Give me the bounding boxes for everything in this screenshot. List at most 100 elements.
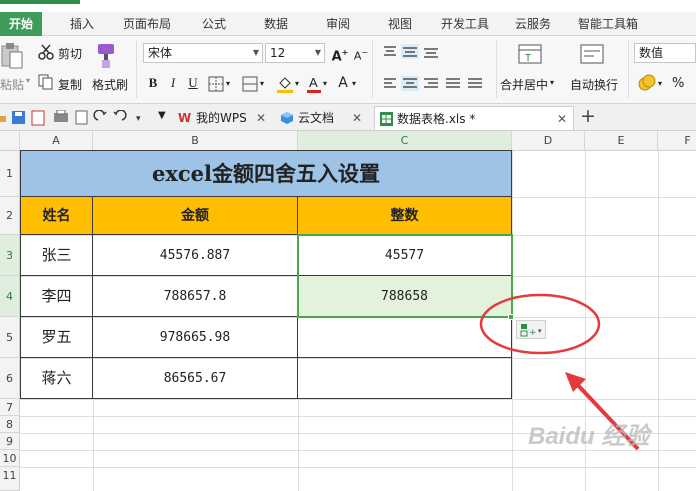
- row-header-6[interactable]: 6: [0, 358, 20, 399]
- table-cell-amount[interactable]: 978665.98: [93, 317, 298, 358]
- row-header-10[interactable]: 10: [0, 450, 20, 467]
- doc-tab-spreadsheet[interactable]: 数据表格.xls * ✕: [374, 106, 574, 130]
- row-header-1[interactable]: 1: [0, 151, 20, 197]
- gridline: [20, 467, 696, 468]
- tab-page-layout[interactable]: 页面布局: [116, 12, 178, 36]
- font-grow-icon[interactable]: A+: [331, 44, 349, 64]
- table-cell-name[interactable]: 张三: [21, 235, 93, 276]
- close-icon[interactable]: ✕: [352, 106, 362, 130]
- merge-cells-icon[interactable]: [242, 76, 258, 92]
- app-brand-strip: [0, 0, 80, 4]
- document-tab-bar: ▾ ▼ W 我的WPS ✕ 云文档 ✕ 数据表格.xls * ✕ +: [0, 104, 696, 131]
- tab-review[interactable]: 审阅: [314, 12, 362, 36]
- paste-icon[interactable]: [0, 42, 26, 70]
- merge-center-icon[interactable]: T: [518, 42, 542, 66]
- tab-list-dropdown-icon[interactable]: ▼: [158, 110, 166, 121]
- close-icon[interactable]: ✕: [256, 106, 266, 130]
- column-header-b[interactable]: B: [93, 131, 298, 151]
- font-color-icon[interactable]: A: [306, 74, 322, 94]
- gridline: [298, 399, 299, 491]
- font-shrink-icon[interactable]: A−: [352, 44, 370, 63]
- format-painter-icon[interactable]: [94, 42, 120, 70]
- font-name-select[interactable]: 宋体 ▼: [143, 43, 263, 63]
- wrap-text-icon[interactable]: [580, 42, 604, 66]
- tab-developer[interactable]: 开发工具: [434, 12, 496, 36]
- clear-format-icon[interactable]: A: [334, 74, 352, 92]
- doc-tab-cloud-docs[interactable]: 云文档 ✕: [276, 106, 368, 130]
- header-name[interactable]: 姓名: [21, 197, 93, 235]
- currency-icon[interactable]: [638, 74, 656, 92]
- ribbon-tab-bar: 开始 插入 页面布局 公式 数据 审阅 视图 开发工具 云服务 智能工具箱: [0, 12, 696, 36]
- paste-dropdown-icon[interactable]: ▾: [26, 76, 30, 85]
- toolbar-divider: [628, 40, 629, 98]
- column-header-c[interactable]: C: [298, 131, 512, 151]
- new-tab-plus-icon[interactable]: +: [580, 105, 596, 127]
- merge-center-button[interactable]: 合并居中: [500, 76, 548, 93]
- column-header-d[interactable]: D: [512, 131, 585, 151]
- row-header-2[interactable]: 2: [0, 197, 20, 235]
- tab-formulas[interactable]: 公式: [190, 12, 238, 36]
- tab-home[interactable]: 开始: [0, 12, 42, 36]
- currency-dropdown-icon[interactable]: ▾: [658, 79, 662, 88]
- quick-access-icons[interactable]: ▾: [0, 110, 150, 126]
- select-all-corner[interactable]: [0, 131, 20, 151]
- percent-icon[interactable]: %: [672, 76, 684, 91]
- table-cell-name[interactable]: 蒋六: [21, 358, 93, 399]
- tab-data[interactable]: 数据: [252, 12, 300, 36]
- font-name-value: 宋体: [148, 46, 173, 60]
- row-header-9[interactable]: 9: [0, 433, 20, 450]
- row-header-5[interactable]: 5: [0, 317, 20, 358]
- table-cell-amount[interactable]: 788657.8: [93, 276, 298, 317]
- row-header-8[interactable]: 8: [0, 416, 20, 433]
- table-cell-amount[interactable]: 86565.67: [93, 358, 298, 399]
- clear-dropdown-icon[interactable]: ▾: [352, 79, 356, 88]
- fill-dropdown-icon[interactable]: ▾: [295, 79, 299, 88]
- gridline: [93, 399, 94, 491]
- scissors-icon[interactable]: [38, 44, 54, 60]
- column-header-f[interactable]: F: [658, 131, 696, 151]
- paste-button-label[interactable]: 粘贴: [0, 76, 24, 93]
- format-painter-button[interactable]: 格式刷: [92, 76, 128, 93]
- font-size-select[interactable]: 12 ▼: [265, 43, 325, 63]
- font-color-dropdown-icon[interactable]: ▾: [323, 79, 327, 88]
- border-dropdown-icon[interactable]: ▾: [226, 79, 230, 88]
- row-header-11[interactable]: 11: [0, 467, 20, 491]
- row-header-7[interactable]: 7: [0, 399, 20, 416]
- close-icon[interactable]: ✕: [557, 107, 567, 131]
- merge-dropdown-icon[interactable]: ▾: [260, 79, 264, 88]
- fill-color-icon[interactable]: [276, 74, 294, 94]
- tab-smart-tools[interactable]: 智能工具箱: [570, 12, 646, 36]
- row-header-4[interactable]: 4: [0, 276, 20, 317]
- table-cell-name[interactable]: 李四: [21, 276, 93, 317]
- italic-button[interactable]: I: [164, 74, 182, 92]
- copy-button[interactable]: 复制: [58, 76, 82, 93]
- spreadsheet-file-icon: [380, 112, 393, 126]
- header-integer[interactable]: 整数: [298, 197, 512, 235]
- copy-icon[interactable]: [38, 74, 54, 90]
- merge-center-dropdown-icon[interactable]: ▾: [550, 78, 554, 87]
- row-header-3[interactable]: 3: [0, 235, 20, 276]
- table-cell-integer[interactable]: [298, 358, 512, 399]
- table-cell-amount[interactable]: 45576.887: [93, 235, 298, 276]
- tab-cloud[interactable]: 云服务: [504, 12, 562, 36]
- column-header-e[interactable]: E: [585, 131, 658, 151]
- header-amount[interactable]: 金额: [93, 197, 298, 235]
- table-cell-name[interactable]: 罗五: [21, 317, 93, 358]
- doc-tab-my-wps[interactable]: W 我的WPS ✕: [174, 106, 272, 130]
- vertical-align-icons[interactable]: [382, 44, 442, 60]
- cell-border-icon[interactable]: [208, 76, 224, 92]
- spreadsheet-grid[interactable]: A B C D E F 1 2 3 4 5 6 7 8 9 10 11 exce…: [0, 131, 696, 491]
- table-title[interactable]: excel金额四舍五入设置: [21, 151, 512, 197]
- ribbon-toolbar: 粘贴 ▾ 剪切 复制 格式刷 宋体 ▼ 12 ▼ A+ A− B I U ▾ ▾ ▾: [0, 36, 696, 104]
- number-format-select[interactable]: 数值: [634, 43, 696, 63]
- column-header-a[interactable]: A: [20, 131, 93, 151]
- svg-text:▾: ▾: [136, 114, 141, 124]
- underline-button[interactable]: U: [184, 74, 202, 92]
- tab-insert[interactable]: 插入: [58, 12, 106, 36]
- wrap-text-button[interactable]: 自动换行: [570, 76, 618, 93]
- bold-button[interactable]: B: [144, 74, 162, 92]
- tab-view[interactable]: 视图: [376, 12, 424, 36]
- toolbar-divider: [372, 40, 373, 98]
- horizontal-align-icons[interactable]: [382, 76, 492, 92]
- cut-button[interactable]: 剪切: [58, 45, 82, 62]
